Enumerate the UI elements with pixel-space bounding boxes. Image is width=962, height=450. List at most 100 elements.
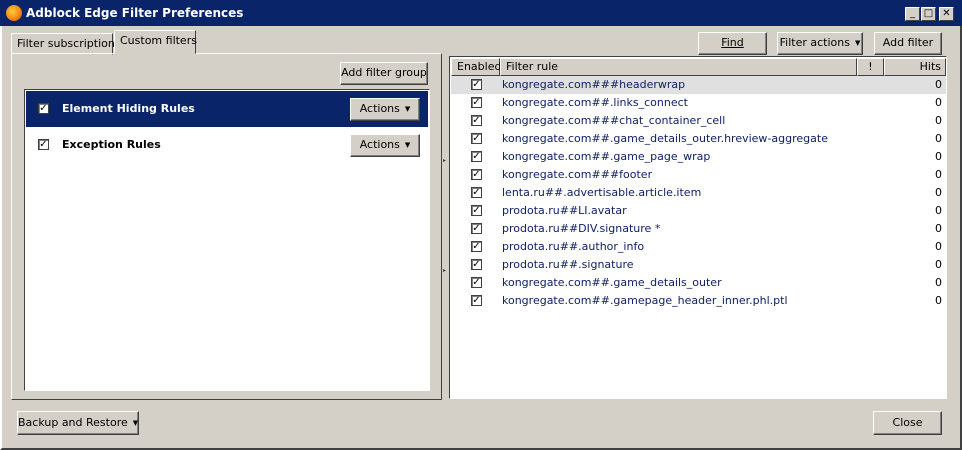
table-row[interactable]: ✓ prodota.ru##.author_info 0 — [451, 238, 946, 256]
dropdown-arrow-icon: ▼ — [132, 418, 139, 427]
button-label: Find — [721, 36, 744, 49]
button-label: Add filter group — [341, 66, 427, 79]
filter-rule-text: kongregate.com###headerwrap — [502, 78, 686, 91]
table-row[interactable]: ✓ lenta.ru##.advertisable.article.item 0 — [451, 184, 946, 202]
table-row[interactable]: ✓ kongregate.com##.game_page_wrap 0 — [451, 148, 946, 166]
backup-restore-button[interactable]: Backup and Restore ▼ — [17, 411, 139, 435]
header-label: Filter rule — [506, 60, 559, 73]
window-title: Adblock Edge Filter Preferences — [26, 6, 244, 20]
header-label: Enabled — [457, 60, 502, 73]
hits-count: 0 — [935, 186, 942, 199]
firefox-icon — [6, 5, 22, 21]
filter-rule-text: kongregate.com##.gamepage_header_inner.p… — [502, 294, 788, 307]
rule-enabled-checkbox[interactable]: ✓ — [471, 169, 482, 180]
splitter-grip-icon: ▸ — [443, 157, 447, 164]
hits-count: 0 — [935, 294, 942, 307]
group-name: Exception Rules — [62, 138, 161, 151]
splitter-grip-icon: ▸ — [443, 267, 447, 274]
hits-count: 0 — [935, 150, 942, 163]
hits-count: 0 — [935, 132, 942, 145]
rule-enabled-checkbox[interactable]: ✓ — [471, 223, 482, 234]
close-icon: ✕ — [942, 8, 951, 19]
group-actions-button[interactable]: Actions ▼ — [350, 98, 420, 121]
close-button[interactable]: Close — [873, 411, 942, 435]
button-label: Actions — [359, 102, 400, 115]
rule-enabled-checkbox[interactable]: ✓ — [471, 115, 482, 126]
find-button[interactable]: Find — [698, 32, 767, 55]
filter-rule-text: kongregate.com##.links_connect — [502, 96, 688, 109]
filter-rule-text: kongregate.com##.game_details_outer.hrev… — [502, 132, 828, 145]
table-row[interactable]: ✓ prodota.ru##.signature 0 — [451, 256, 946, 274]
dropdown-arrow-icon: ▼ — [854, 39, 861, 47]
panel-splitter[interactable]: ▸ ▸ — [442, 55, 448, 400]
button-label: Backup and Restore — [18, 416, 128, 429]
group-actions-button[interactable]: Actions ▼ — [350, 134, 420, 157]
filter-rule-text: kongregate.com##.game_page_wrap — [502, 150, 711, 163]
hits-count: 0 — [935, 96, 942, 109]
header-label: Hits — [919, 60, 941, 73]
tab-custom-filters[interactable]: Custom filters — [114, 30, 197, 54]
button-label: Filter actions — [779, 36, 850, 49]
group-row-element-hiding[interactable]: ✓ Element Hiding Rules Actions ▼ — [26, 91, 428, 127]
rule-enabled-checkbox[interactable]: ✓ — [471, 97, 482, 108]
filter-rule-text: kongregate.com##.game_details_outer — [502, 276, 722, 289]
tab-label: Filter subscriptions — [17, 37, 121, 50]
filter-rules-table[interactable]: Enabled Filter rule ! Hits ✓ kongregate.c… — [449, 56, 947, 399]
maximize-icon: □ — [923, 8, 934, 19]
table-row[interactable]: ✓ kongregate.com##.game_details_outer 0 — [451, 274, 946, 292]
header-label: ! — [868, 60, 873, 73]
hits-count: 0 — [935, 168, 942, 181]
column-header-filter-rule[interactable]: Filter rule — [500, 58, 857, 76]
hits-count: 0 — [935, 114, 942, 127]
table-row[interactable]: ✓ kongregate.com##.links_connect 0 — [451, 94, 946, 112]
table-row[interactable]: ✓ kongregate.com###headerwrap 0 — [451, 76, 946, 94]
rule-enabled-checkbox[interactable]: ✓ — [471, 205, 482, 216]
column-header-priority[interactable]: ! — [857, 58, 884, 76]
rule-enabled-checkbox[interactable]: ✓ — [471, 277, 482, 288]
rule-enabled-checkbox[interactable]: ✓ — [471, 133, 482, 144]
table-row[interactable]: ✓ kongregate.com##.gamepage_header_inner.… — [451, 292, 946, 310]
button-label: Add filter — [882, 36, 934, 49]
minimize-icon: _ — [910, 8, 915, 19]
group-enabled-checkbox[interactable]: ✓ — [38, 103, 49, 114]
rule-enabled-checkbox[interactable]: ✓ — [471, 187, 482, 198]
table-row[interactable]: ✓ kongregate.com##.game_details_outer.hre… — [451, 130, 946, 148]
group-name: Element Hiding Rules — [62, 102, 195, 115]
rule-enabled-checkbox[interactable]: ✓ — [471, 295, 482, 306]
minimize-button[interactable]: _ — [905, 7, 920, 21]
button-label: Close — [892, 416, 923, 429]
filter-actions-button[interactable]: Filter actions ▼ — [777, 32, 863, 55]
filter-rule-text: prodota.ru##.author_info — [502, 240, 645, 253]
rule-enabled-checkbox[interactable]: ✓ — [471, 241, 482, 252]
dropdown-arrow-icon: ▼ — [404, 141, 411, 149]
group-row-exception[interactable]: ✓ Exception Rules Actions ▼ — [26, 127, 428, 163]
hits-count: 0 — [935, 78, 942, 91]
filter-rule-text: prodota.ru##.signature — [502, 258, 634, 271]
dropdown-arrow-icon: ▼ — [404, 105, 411, 113]
maximize-button[interactable]: □ — [921, 7, 936, 21]
hits-count: 0 — [935, 204, 942, 217]
rule-enabled-checkbox[interactable]: ✓ — [471, 79, 482, 90]
hits-count: 0 — [935, 222, 942, 235]
button-label: Actions — [359, 138, 400, 151]
filter-rule-text: lenta.ru##.advertisable.article.item — [502, 186, 702, 199]
add-filter-group-button[interactable]: Add filter group — [340, 62, 428, 85]
table-row[interactable]: ✓ kongregate.com###footer 0 — [451, 166, 946, 184]
rule-enabled-checkbox[interactable]: ✓ — [471, 151, 482, 162]
filter-rule-text: kongregate.com###footer — [502, 168, 653, 181]
table-row[interactable]: ✓ kongregate.com###chat_container_cell 0 — [451, 112, 946, 130]
column-header-hits[interactable]: Hits — [884, 58, 946, 76]
table-row[interactable]: ✓ prodota.ru##DIV.signature * 0 — [451, 220, 946, 238]
group-enabled-checkbox[interactable]: ✓ — [38, 139, 49, 150]
close-window-button[interactable]: ✕ — [939, 7, 954, 21]
rule-enabled-checkbox[interactable]: ✓ — [471, 259, 482, 270]
hits-count: 0 — [935, 258, 942, 271]
column-header-enabled[interactable]: Enabled — [451, 58, 502, 76]
filter-rule-text: kongregate.com###chat_container_cell — [502, 114, 726, 127]
table-row[interactable]: ✓ prodota.ru##LI.avatar 0 — [451, 202, 946, 220]
add-filter-button[interactable]: Add filter — [874, 32, 942, 55]
filter-rule-text: prodota.ru##DIV.signature * — [502, 222, 661, 235]
tab-filter-subscriptions[interactable]: Filter subscriptions — [11, 33, 121, 55]
title-bar[interactable]: Adblock Edge Filter Preferences _ □ ✕ — [0, 0, 962, 26]
filter-group-list[interactable]: ✓ Element Hiding Rules Actions ▼ ✓ Except… — [24, 89, 430, 391]
